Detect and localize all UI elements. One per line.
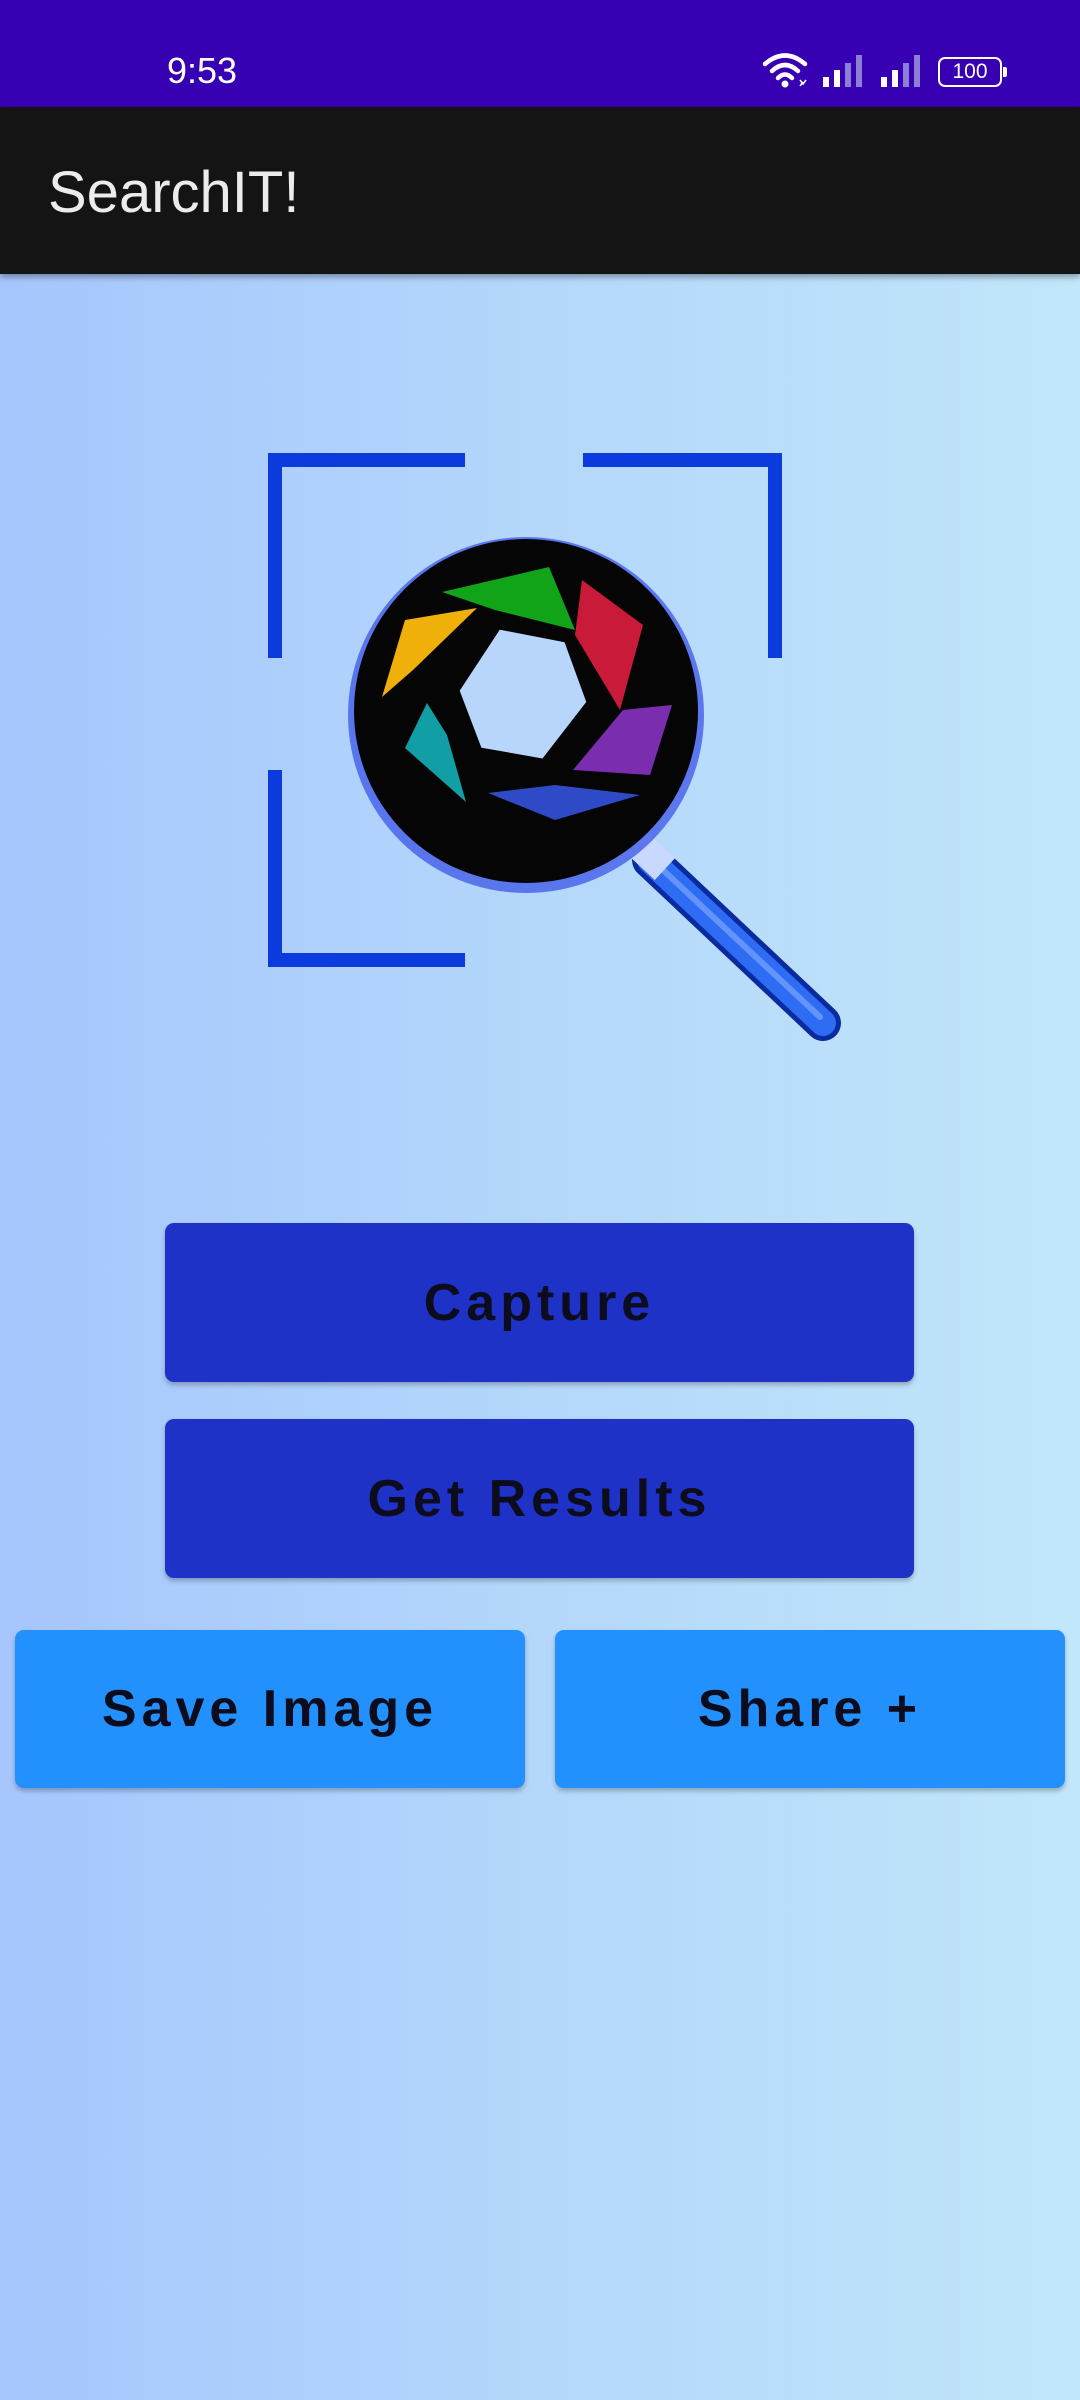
wifi-icon: [762, 51, 808, 94]
share-button[interactable]: Share +: [555, 1630, 1065, 1788]
status-bar: 9:53 100: [0, 0, 1080, 107]
app-bar: SearchIT!: [0, 107, 1080, 274]
app-title: SearchIT!: [48, 160, 300, 225]
camera-aperture-magnifier-icon: [255, 445, 855, 1055]
signal-icon: [880, 53, 924, 92]
get-results-button[interactable]: Get Results: [165, 1419, 914, 1578]
signal-icon: [822, 53, 866, 92]
status-time: 9:53: [167, 50, 238, 91]
save-image-button[interactable]: Save Image: [15, 1630, 525, 1788]
status-icons: 100: [762, 51, 1007, 94]
capture-button[interactable]: Capture: [165, 1223, 914, 1382]
battery-icon: 100: [938, 57, 1007, 87]
